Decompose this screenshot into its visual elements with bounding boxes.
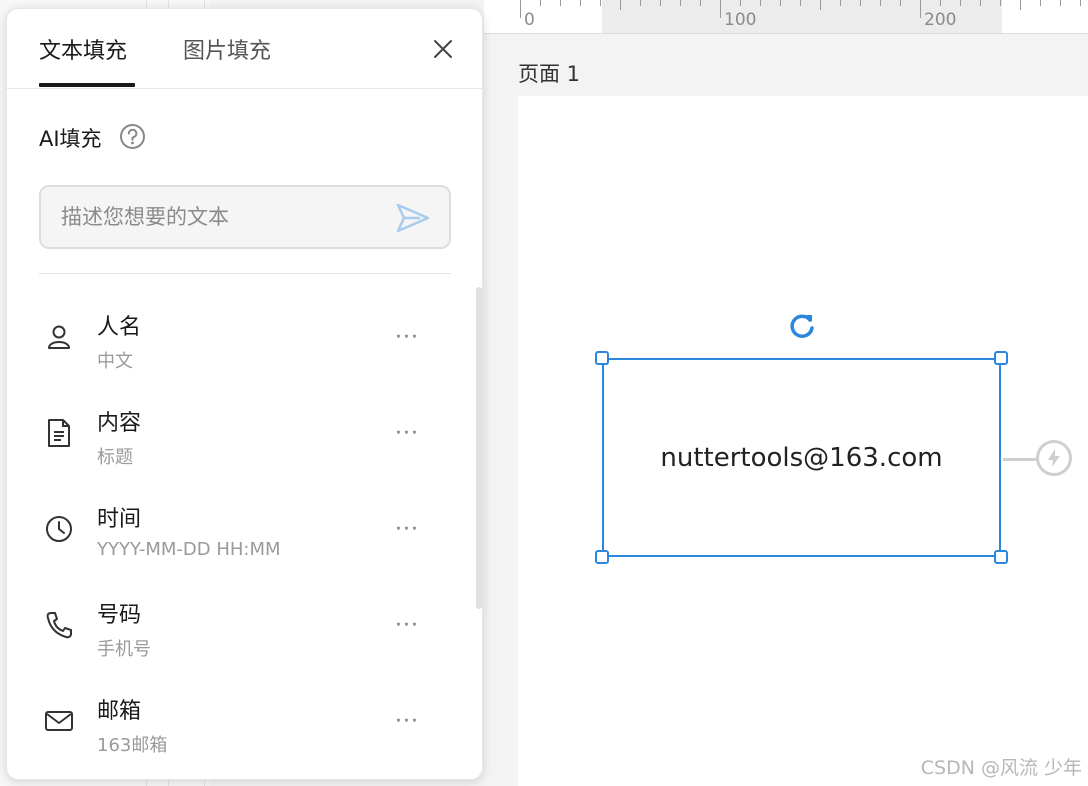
ruler-tick [900,0,901,6]
list-item-content[interactable]: 内容 标题 ··· [7,395,477,485]
ai-prompt-field[interactable] [39,185,451,249]
item-title: 人名 [97,315,142,340]
item-subtitle: 标题 [97,447,133,468]
ruler-tick [1020,0,1021,10]
ruler-tick [600,0,601,6]
item-title: 邮箱 [97,699,142,724]
item-subtitle: 手机号 [97,639,151,660]
fill-panel: 文本填充 图片填充 AI填充 人名 中文 ··· [6,8,483,780]
ruler-tick [1000,0,1001,6]
phone-icon [46,612,72,639]
ruler-tick [640,0,641,6]
text-box-content[interactable]: nuttertools@163.com [660,443,942,473]
page-title: 页面 1 [518,62,581,86]
ruler-tick [980,0,981,6]
section-divider [39,273,451,274]
ruler-tick [960,0,961,6]
ruler-tick [760,0,761,6]
item-subtitle: 163邮箱 [97,735,168,756]
document-icon [48,419,70,447]
selected-text-box[interactable]: nuttertools@163.com [602,358,1001,557]
item-title: 内容 [97,411,142,436]
rotate-icon[interactable] [786,310,818,342]
ruler-tick [920,0,921,18]
ruler-tick [1060,0,1061,6]
ruler-tick [800,0,801,6]
close-icon[interactable] [431,37,455,61]
list-item-person-name[interactable]: 人名 中文 ··· [7,299,477,389]
item-subtitle: 中文 [97,351,133,372]
ruler-tick [580,0,581,6]
ruler-label: 0 [524,10,535,30]
list-item-email[interactable]: 邮箱 163邮箱 ··· [7,683,477,773]
resize-handle-top-left[interactable] [595,351,609,365]
more-options-button[interactable]: ··· [395,517,419,542]
tab-text-fill[interactable]: 文本填充 [39,33,127,65]
interaction-bolt-button[interactable] [1036,440,1072,476]
ruler-tick [840,0,841,6]
ruler-tick [720,0,721,18]
item-title: 时间 [97,507,142,532]
more-options-button[interactable]: ··· [395,709,419,734]
resize-handle-bottom-right[interactable] [994,550,1008,564]
ruler-tick [560,0,561,6]
ruler-label: 100 [724,10,757,30]
ruler-tick [660,0,661,6]
ruler-tick [520,0,521,18]
ruler-tick [820,0,821,10]
ruler-tick [680,0,681,6]
ruler-label: 200 [924,10,957,30]
ruler-tick [880,0,881,6]
ruler-tick [540,0,541,6]
ruler-tick [700,0,701,6]
horizontal-ruler: 0 100 200 [484,0,1088,34]
item-subtitle: YYYY-MM-DD HH:MM [97,539,281,560]
ruler-tick [1040,0,1041,6]
person-icon [48,325,70,349]
help-icon[interactable] [119,123,146,150]
clock-icon [46,516,72,542]
connector-line [1003,458,1039,461]
ai-fill-title: AI填充 [39,127,102,151]
watermark: CSDN @风流 少年 [920,757,1082,779]
resize-handle-top-right[interactable] [994,351,1008,365]
resize-handle-bottom-left[interactable] [595,550,609,564]
ruler-tick [860,0,861,6]
ruler-tick [780,0,781,6]
send-icon[interactable] [395,201,431,235]
list-item-number[interactable]: 号码 手机号 ··· [7,587,477,677]
fill-tabs: 文本填充 图片填充 [7,9,482,89]
ai-prompt-input[interactable] [61,205,381,229]
list-item-time[interactable]: 时间 YYYY-MM-DD HH:MM ··· [7,491,477,581]
tab-image-fill[interactable]: 图片填充 [183,33,271,65]
ruler-tick [620,0,621,10]
ruler-tick [940,0,941,6]
ruler-tick [740,0,741,6]
more-options-button[interactable]: ··· [395,325,419,350]
ruler-tick [1080,0,1081,6]
mail-icon [45,711,73,731]
lightning-icon [1048,449,1060,467]
active-tab-indicator [39,83,135,87]
more-options-button[interactable]: ··· [395,613,419,638]
item-title: 号码 [97,603,142,628]
more-options-button[interactable]: ··· [395,421,419,446]
